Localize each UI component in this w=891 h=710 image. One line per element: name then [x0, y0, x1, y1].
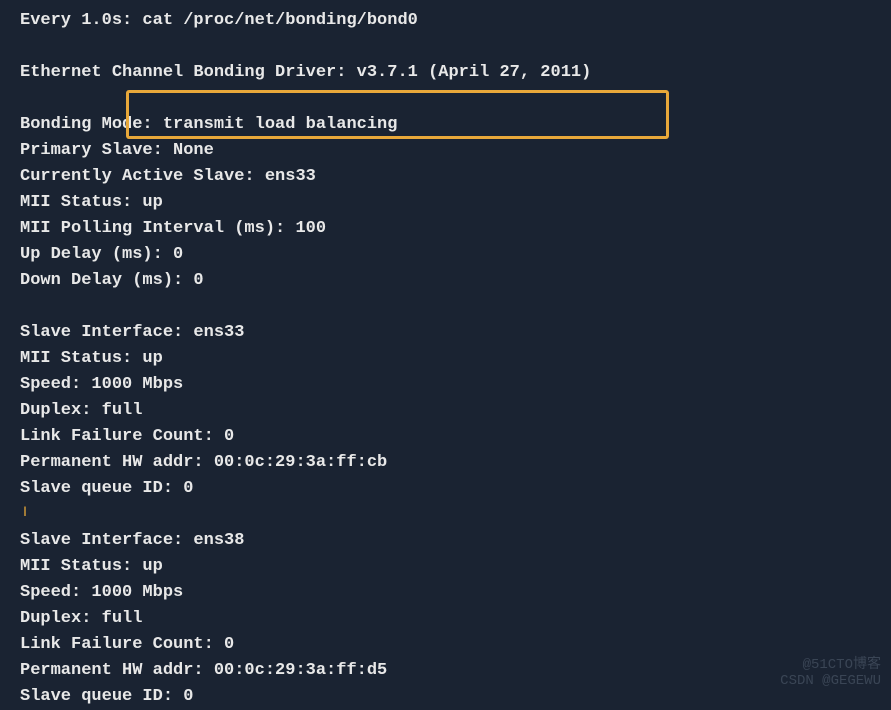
primary-slave-line: Primary Slave: None: [20, 138, 871, 164]
slave1-speed-line: Speed: 1000 Mbps: [20, 372, 871, 398]
slave2-speed-line: Speed: 1000 Mbps: [20, 580, 871, 606]
cursor-mark: |: [22, 505, 28, 520]
mii-polling-line: MII Polling Interval (ms): 100: [20, 216, 871, 242]
blank-line: [20, 34, 871, 60]
down-delay-line: Down Delay (ms): 0: [20, 268, 871, 294]
slave1-duplex-line: Duplex: full: [20, 398, 871, 424]
blank-line: [20, 294, 871, 320]
slave2-queue-id-line: Slave queue ID: 0: [20, 684, 871, 710]
slave1-queue-id-line: Slave queue ID: 0: [20, 476, 871, 502]
blank-line: [20, 86, 871, 112]
slave2-link-failure-line: Link Failure Count: 0: [20, 632, 871, 658]
slave2-interface-line: Slave Interface: ens38: [20, 528, 871, 554]
terminal-output: Every 1.0s: cat /proc/net/bonding/bond0 …: [20, 8, 871, 710]
watch-command-line: Every 1.0s: cat /proc/net/bonding/bond0: [20, 8, 871, 34]
slave1-mii-status-line: MII Status: up: [20, 346, 871, 372]
mii-status-line: MII Status: up: [20, 190, 871, 216]
bonding-mode-line: Bonding Mode: transmit load balancing: [20, 112, 871, 138]
slave2-hw-addr-line: Permanent HW addr: 00:0c:29:3a:ff:d5: [20, 658, 871, 684]
slave2-duplex-line: Duplex: full: [20, 606, 871, 632]
up-delay-line: Up Delay (ms): 0: [20, 242, 871, 268]
driver-version-line: Ethernet Channel Bonding Driver: v3.7.1 …: [20, 60, 871, 86]
watermark-text-2: CSDN @GEGEWU: [780, 671, 881, 692]
blank-line: [20, 502, 871, 528]
slave1-interface-line: Slave Interface: ens33: [20, 320, 871, 346]
slave1-link-failure-line: Link Failure Count: 0: [20, 424, 871, 450]
slave2-mii-status-line: MII Status: up: [20, 554, 871, 580]
slave1-hw-addr-line: Permanent HW addr: 00:0c:29:3a:ff:cb: [20, 450, 871, 476]
active-slave-line: Currently Active Slave: ens33: [20, 164, 871, 190]
